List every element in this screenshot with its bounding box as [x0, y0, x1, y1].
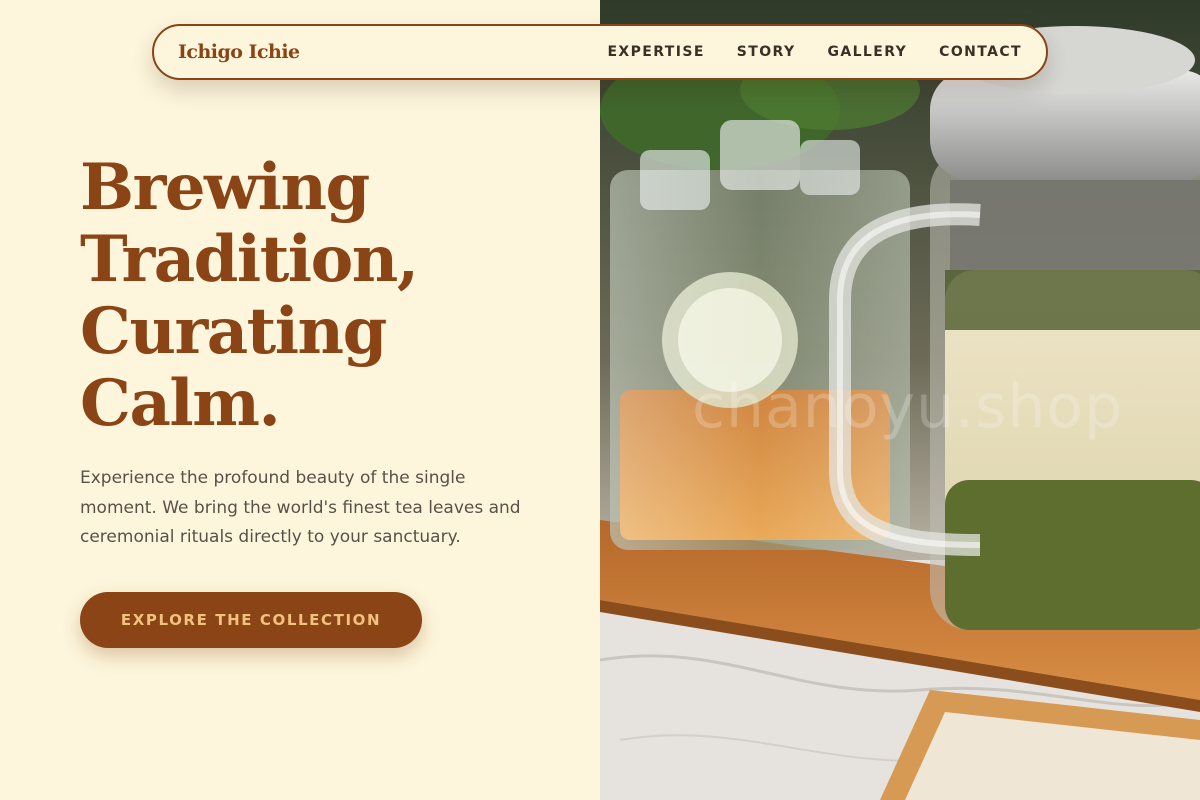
hero-title-line: Curating	[80, 294, 387, 369]
hero-photo: chanoyu.shop	[600, 0, 1200, 800]
hero-left-panel: Brewing Tradition, Curating Calm. Experi…	[0, 0, 600, 800]
nav-link-story[interactable]: STORY	[737, 44, 796, 60]
nav-links: EXPERTISE STORY GALLERY CONTACT	[607, 44, 1022, 60]
hero-title-line: Tradition,	[80, 222, 419, 297]
brand-logo[interactable]: Ichigo Ichie	[178, 41, 300, 63]
explore-collection-button[interactable]: EXPLORE THE COLLECTION	[80, 592, 422, 648]
nav-link-contact[interactable]: CONTACT	[939, 44, 1022, 60]
navbar: Ichigo Ichie EXPERTISE STORY GALLERY CON…	[152, 24, 1048, 80]
nav-link-gallery[interactable]: GALLERY	[827, 44, 907, 60]
hero-description: Experience the profound beauty of the si…	[80, 468, 521, 547]
hero-title: Brewing Tradition, Curating Calm.	[80, 152, 580, 440]
watermark-text: chanoyu.shop	[692, 372, 1124, 442]
nav-link-expertise[interactable]: EXPERTISE	[607, 44, 704, 60]
hero-title-line: Brewing	[80, 150, 370, 225]
hero-title-line: Calm.	[80, 366, 281, 441]
